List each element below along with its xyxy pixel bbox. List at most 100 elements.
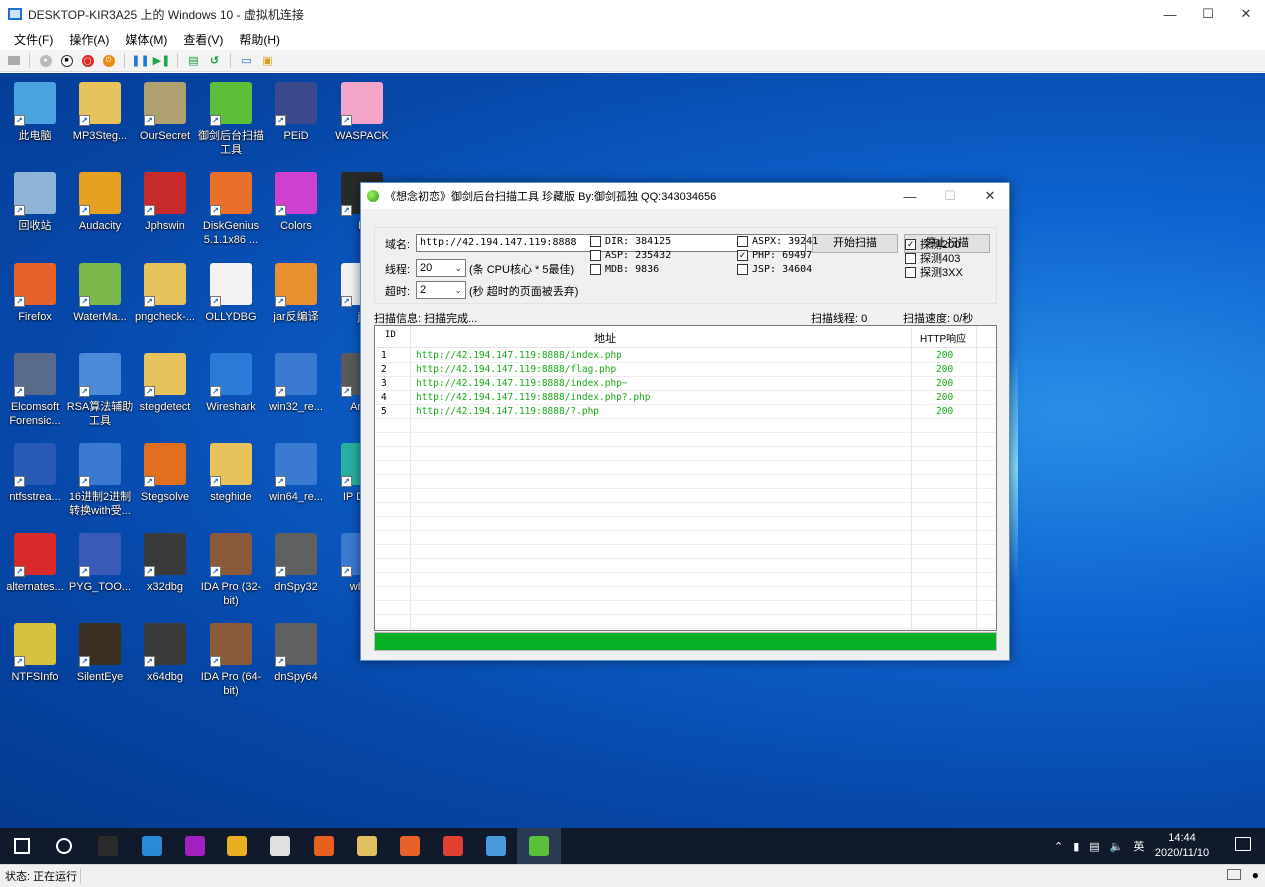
shutdown-icon[interactable]: ◯	[79, 52, 96, 69]
table-row[interactable]: 3 http://42.194.147.119:8888/index.php~ 20…	[375, 377, 996, 391]
keyboard-icon[interactable]	[1227, 869, 1241, 880]
desktop-icon[interactable]: ↗ IDA Pro (32-bit)	[198, 529, 264, 615]
scanner-close-button[interactable]: ✕	[969, 183, 1011, 209]
checkbox-box[interactable]	[737, 264, 748, 275]
turn-off-icon[interactable]: ■	[58, 52, 75, 69]
chevron-up-icon[interactable]: ⌃	[1054, 840, 1063, 853]
desktop-icon[interactable]: ↗ ntfsstrea...	[2, 439, 68, 525]
taskbar-button[interactable]	[0, 828, 44, 864]
checkbox-box[interactable]	[905, 266, 916, 278]
checkbox-8[interactable]: 探测3XX	[905, 264, 963, 280]
desktop-icon[interactable]: ↗ RSA算法辅助工具	[67, 349, 133, 435]
desktop-icon[interactable]: ↗ PYG_TOO...	[67, 529, 133, 615]
desktop-icon[interactable]: ↗ OLLYDBG	[198, 259, 264, 345]
checkmark-icon[interactable]: ✓	[905, 238, 916, 250]
taskbar-button[interactable]	[130, 828, 174, 864]
power-icon[interactable]: ⏻	[100, 52, 117, 69]
checkbox-box[interactable]	[737, 236, 748, 247]
enhanced-session-icon[interactable]: ▭	[238, 52, 255, 69]
desktop-icon[interactable]: ↗ WaterMa...	[67, 259, 133, 345]
desktop-icon[interactable]: ↗ x64dbg	[132, 619, 198, 705]
taskbar-button[interactable]	[345, 828, 389, 864]
desktop-icon[interactable]: ↗ DiskGenius 5.1.1x86 ...	[198, 168, 264, 254]
minimize-button[interactable]: —	[1151, 0, 1189, 28]
ime-indicator[interactable]: 英	[1133, 838, 1144, 854]
ctrl-alt-del-icon[interactable]	[5, 52, 22, 69]
timeout-select[interactable]: 2 ⌄	[416, 281, 466, 299]
desktop-icon[interactable]: ↗ MP3Steg...	[67, 78, 133, 164]
desktop-icon[interactable]: ↗ OurSecret	[132, 78, 198, 164]
checkbox-5[interactable]: JSP: 34604	[737, 264, 812, 275]
results-table[interactable]: ID 地址 HTTP响应 1 http://42.194.147.119:8888…	[374, 325, 997, 631]
desktop-icon[interactable]: ↗ WASPACK	[329, 78, 395, 164]
taskbar-button[interactable]	[517, 828, 561, 864]
scanner-maximize-button[interactable]: ☐	[929, 183, 971, 209]
checkbox-box[interactable]	[905, 252, 916, 264]
taskbar-button[interactable]	[258, 828, 302, 864]
desktop-icon[interactable]: ↗ jar反编译	[263, 259, 329, 345]
resume-icon[interactable]: ▶❚	[153, 52, 171, 69]
col-http-code[interactable]: HTTP响应	[920, 330, 966, 345]
menu-media[interactable]: 媒体(M)	[117, 31, 175, 48]
checkbox-3[interactable]: ASPX: 39241	[737, 236, 818, 247]
desktop-icon[interactable]: ↗ Stegsolve	[132, 439, 198, 525]
pause-icon[interactable]: ❚❚	[131, 52, 149, 69]
desktop-icon[interactable]: ↗ 此电脑	[2, 78, 68, 164]
checkbox-4[interactable]: ✓ PHP: 69497	[737, 250, 812, 261]
checkbox-0[interactable]: DIR: 384125	[590, 236, 671, 247]
desktop-icon[interactable]: ↗ IDA Pro (64-bit)	[198, 619, 264, 705]
desktop-icon[interactable]: ↗ PEiD	[263, 78, 329, 164]
desktop-icon[interactable]: ↗ Firefox	[2, 259, 68, 345]
taskbar-button[interactable]	[42, 828, 86, 864]
col-url[interactable]: 地址	[594, 330, 616, 346]
desktop-icon[interactable]: ↗ stegdetect	[132, 349, 198, 435]
share-icon[interactable]: ▣	[259, 52, 276, 69]
menu-file[interactable]: 文件(F)	[6, 31, 61, 48]
clock[interactable]: 14:44 2020/11/10	[1147, 831, 1217, 861]
checkbox-2[interactable]: MDB: 9836	[590, 264, 659, 275]
maximize-button[interactable]: ☐	[1189, 0, 1227, 28]
checkbox-1[interactable]: ASP: 235432	[590, 250, 671, 261]
desktop-icon[interactable]: ↗ win32_re...	[263, 349, 329, 435]
desktop-icon[interactable]: ↗ Audacity	[67, 168, 133, 254]
start-vm-icon[interactable]: ●	[37, 52, 54, 69]
menu-view[interactable]: 查看(V)	[175, 31, 231, 48]
menu-help[interactable]: 帮助(H)	[231, 31, 288, 48]
checkbox-box[interactable]	[590, 264, 601, 275]
table-row[interactable]: 4 http://42.194.147.119:8888/index.php?.p…	[375, 391, 996, 405]
desktop-icon[interactable]: ↗ SilentEye	[67, 619, 133, 705]
taskbar-button[interactable]	[474, 828, 518, 864]
desktop-icon[interactable]: ↗ win64_re...	[263, 439, 329, 525]
desktop-icon[interactable]: ↗ Colors	[263, 168, 329, 254]
desktop-icon[interactable]: ↗ Elcomsoft Forensic...	[2, 349, 68, 435]
col-id[interactable]: ID	[385, 330, 396, 340]
volume-icon[interactable]: 🔈	[1110, 840, 1124, 853]
table-row[interactable]: 1 http://42.194.147.119:8888/index.php 200	[375, 349, 996, 363]
desktop-icon[interactable]: ↗ 御剑后台扫描工具	[198, 78, 264, 164]
desktop-icon[interactable]: ↗ pngcheck-...	[132, 259, 198, 345]
desktop-icon[interactable]: ↗ dnSpy32	[263, 529, 329, 615]
desktop-icon[interactable]: ↗ Jphswin	[132, 168, 198, 254]
start-scan-button[interactable]: 开始扫描	[812, 234, 898, 253]
checkpoint-icon[interactable]: ▤	[185, 52, 202, 69]
taskbar-button[interactable]	[431, 828, 475, 864]
taskbar-button[interactable]	[215, 828, 259, 864]
desktop-icon[interactable]: ↗ 16进制2进制转换with受...	[67, 439, 133, 525]
checkmark-icon[interactable]: ✓	[737, 250, 748, 261]
taskbar-button[interactable]	[302, 828, 346, 864]
desktop-icon[interactable]: ↗ alternates...	[2, 529, 68, 615]
desktop-icon[interactable]: ↗ 回收站	[2, 168, 68, 254]
taskbar-button[interactable]	[173, 828, 217, 864]
scanner-minimize-button[interactable]: —	[889, 183, 931, 209]
desktop-icon[interactable]: ↗ dnSpy64	[263, 619, 329, 705]
desktop-icon[interactable]: ↗ steghide	[198, 439, 264, 525]
battery-icon[interactable]: ▮	[1073, 840, 1079, 853]
notification-icon[interactable]	[1235, 837, 1251, 851]
network-icon[interactable]: ▤	[1089, 840, 1099, 853]
taskbar-button[interactable]	[388, 828, 432, 864]
checkbox-box[interactable]	[590, 236, 601, 247]
taskbar-button[interactable]	[86, 828, 130, 864]
table-row[interactable]: 5 http://42.194.147.119:8888/?.php 200	[375, 405, 996, 419]
close-button[interactable]: ✕	[1227, 0, 1265, 28]
checkbox-box[interactable]	[590, 250, 601, 261]
